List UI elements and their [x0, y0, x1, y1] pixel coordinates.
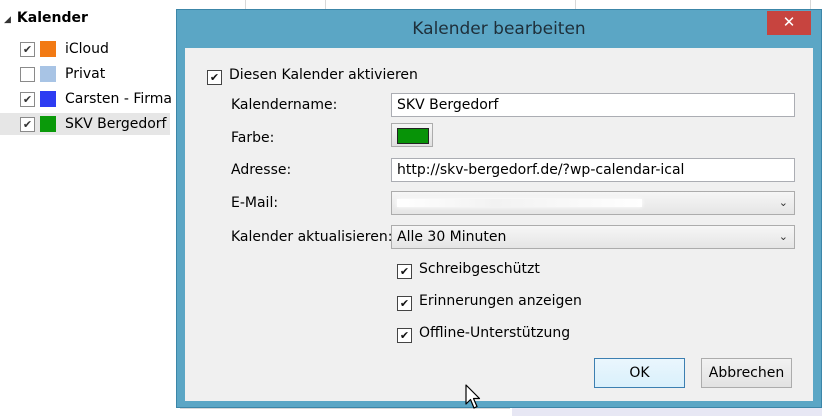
calendar-item-privat[interactable]: Privat [0, 63, 170, 85]
dialog-titlebar[interactable]: Kalender bearbeiten ✕ [177, 10, 821, 48]
close-button[interactable]: ✕ [767, 11, 811, 35]
reminders-option[interactable]: ✔ Erinnerungen anzeigen [397, 293, 582, 311]
address-label: Adresse: [231, 162, 292, 178]
address-input[interactable]: http://skv-bergedorf.de/?wp-calendar-ica… [391, 158, 795, 182]
readonly-option[interactable]: ✔ Schreibgeschützt [397, 261, 540, 279]
expand-triangle-icon[interactable]: ◢ [4, 15, 11, 25]
calendar-item-skv-bergedorf[interactable]: ✔ SKV Bergedorf [0, 113, 170, 135]
edit-calendar-dialog: Kalender bearbeiten ✕ ✔ Diesen Kalender a… [176, 9, 822, 408]
readonly-checkbox[interactable]: ✔ [397, 264, 412, 279]
color-label: Farbe: [231, 130, 275, 146]
activate-calendar-option[interactable]: ✔ Diesen Kalender aktivieren [207, 67, 418, 85]
ok-button[interactable]: OK [594, 358, 685, 388]
calendar-item-label: iCloud [65, 41, 109, 57]
dialog-title: Kalender bearbeiten [412, 19, 586, 39]
readonly-label: Schreibgeschützt [419, 261, 540, 277]
calendar-name-input[interactable]: SKV Bergedorf [391, 93, 795, 117]
color-picker-button[interactable] [391, 123, 433, 147]
reminders-label: Erinnerungen anzeigen [419, 293, 582, 309]
calendar-checkbox[interactable] [20, 67, 35, 82]
calendar-checkbox[interactable]: ✔ [20, 42, 35, 57]
activate-calendar-checkbox[interactable]: ✔ [207, 70, 222, 85]
color-swatch [397, 128, 429, 144]
refresh-interval-label: Kalender aktualisieren: [231, 229, 393, 245]
email-dropdown[interactable]: ⌄ [391, 191, 795, 215]
calendar-color-swatch [40, 116, 56, 132]
offline-support-checkbox[interactable]: ✔ [397, 328, 412, 343]
calendar-item-icloud[interactable]: ✔ iCloud [0, 38, 170, 60]
calendar-color-swatch [40, 66, 56, 82]
close-icon: ✕ [782, 13, 796, 31]
chevron-down-icon: ⌄ [778, 230, 788, 243]
activate-calendar-label: Diesen Kalender aktivieren [229, 67, 418, 83]
calendar-section-header[interactable]: ◢ Kalender [4, 10, 88, 26]
calendar-color-swatch [40, 41, 56, 57]
cancel-button[interactable]: Abbrechen [701, 358, 792, 388]
offline-support-label: Offline-Unterstützung [419, 325, 571, 341]
offline-support-option[interactable]: ✔ Offline-Unterstützung [397, 325, 570, 343]
calendar-item-label: Privat [65, 66, 106, 82]
calendar-color-swatch [40, 91, 56, 107]
redacted-email [397, 199, 642, 207]
calendar-item-label: Carsten - Firma [65, 91, 172, 107]
refresh-interval-dropdown[interactable]: Alle 30 Minuten ⌄ [391, 225, 795, 249]
calendar-name-label: Kalendername: [231, 97, 338, 113]
dialog-body: ✔ Diesen Kalender aktivieren Kalendername… [185, 48, 813, 401]
mouse-cursor-icon [465, 384, 481, 409]
chevron-down-icon: ⌄ [778, 196, 788, 209]
calendar-checkbox[interactable]: ✔ [20, 117, 35, 132]
calendar-section-title: Kalender [16, 10, 88, 26]
reminders-checkbox[interactable]: ✔ [397, 296, 412, 311]
email-label: E-Mail: [231, 195, 279, 211]
calendar-panel: ◢ Kalender ✔ iCloud Privat ✔ Carsten - Fi… [0, 0, 180, 416]
calendar-item-label: SKV Bergedorf [65, 116, 167, 132]
calendar-item-carsten-firma[interactable]: ✔ Carsten - Firma [0, 88, 172, 110]
refresh-interval-value: Alle 30 Minuten [397, 229, 507, 245]
calendar-checkbox[interactable]: ✔ [20, 92, 35, 107]
calendar-grid-strip [512, 408, 822, 416]
grid-divider [180, 408, 510, 409]
